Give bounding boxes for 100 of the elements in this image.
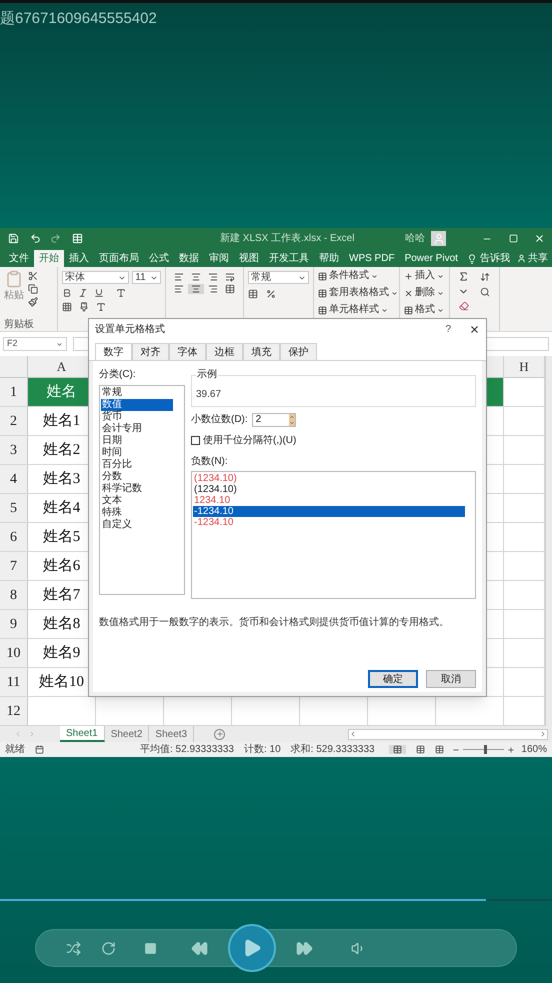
name-box[interactable]: F2	[3, 337, 67, 352]
category-item[interactable]: 自定义	[101, 519, 173, 531]
dialog-tab[interactable]: 边框	[206, 343, 243, 360]
font-name-dropdown[interactable]: 宋体	[62, 271, 130, 284]
ribbon-tab[interactable]: 审阅	[204, 250, 234, 268]
share-button[interactable]: 共享	[517, 250, 548, 268]
save-icon[interactable]	[6, 233, 20, 244]
dialog-tab[interactable]: 数字	[95, 343, 132, 360]
category-item[interactable]: 日期	[101, 435, 173, 447]
spin-arrows-icon[interactable]	[288, 414, 295, 426]
sheet-tab[interactable]: Sheet1	[60, 726, 105, 742]
shuffle-icon[interactable]	[66, 940, 81, 956]
ribbon-tab[interactable]: 公式	[144, 250, 174, 268]
horizontal-scrollbar[interactable]	[348, 728, 548, 740]
ribbon-tab[interactable]: 帮助	[314, 250, 344, 268]
category-item[interactable]: 数值	[101, 399, 173, 411]
table-icon	[404, 306, 413, 315]
percent-icon[interactable]	[266, 289, 276, 300]
fast-forward-icon[interactable]	[296, 940, 313, 956]
ribbon-button[interactable]: 条件格式	[318, 270, 395, 282]
ribbon-button[interactable]: 插入	[404, 270, 445, 282]
lightbulb-icon	[466, 254, 477, 264]
category-list[interactable]: 常规 数值 货币 会计专用 日期 时间 百分比 分数 科学记数 文本 特殊 自定义	[99, 385, 185, 595]
row-header[interactable]: 1	[10, 382, 17, 402]
ribbon-tab[interactable]: 文件	[4, 250, 34, 268]
bold-icon[interactable]	[62, 288, 72, 298]
category-item[interactable]: 货币	[101, 411, 173, 423]
fill-color-icon[interactable]	[79, 302, 89, 312]
vertical-scrollbar[interactable]	[545, 356, 552, 726]
ribbon-tab[interactable]: WPS PDF	[344, 250, 400, 268]
ribbon-button[interactable]: 套用表格格式	[318, 287, 395, 300]
italic-icon[interactable]	[78, 288, 88, 298]
stop-icon[interactable]	[144, 942, 157, 954]
negative-format-item[interactable]: -1234.10	[193, 506, 465, 517]
row-header[interactable]: 8	[10, 584, 17, 606]
table-cell-text: 姓名7	[42, 586, 80, 605]
format-painter-icon[interactable]	[28, 297, 38, 308]
sample-label: 示例	[196, 370, 218, 380]
align-center-icon[interactable]	[188, 284, 204, 294]
play-icon[interactable]	[228, 924, 276, 972]
zoom-in-icon[interactable]	[507, 746, 516, 754]
ribbon-tab[interactable]: 页面布局	[94, 250, 144, 268]
category-item[interactable]: 常规	[101, 387, 173, 399]
ribbon-button[interactable]: 格式	[404, 304, 445, 316]
border-icon[interactable]	[62, 302, 72, 312]
help-button[interactable]: ?	[445, 322, 451, 336]
category-item[interactable]: 文本	[101, 495, 173, 507]
category-item[interactable]: 特殊	[101, 507, 173, 519]
ribbon-tab[interactable]: 视图	[234, 250, 264, 268]
cut-icon[interactable]	[28, 271, 38, 282]
row-header[interactable]: 5	[10, 498, 17, 518]
negative-format-item[interactable]: (1234.10)	[193, 473, 465, 484]
ribbon-tab[interactable]: 数据	[174, 250, 204, 268]
dialog-tab[interactable]: 填充	[243, 343, 280, 360]
category-item[interactable]: 会计专用	[101, 423, 173, 435]
dialog-tab[interactable]: 字体	[169, 343, 206, 360]
ribbon-tab[interactable]: 开发工具	[264, 250, 314, 268]
row-header[interactable]: 6	[10, 526, 17, 548]
row-header[interactable]: 3	[10, 440, 17, 460]
repeat-icon[interactable]	[101, 940, 116, 956]
number-format-dropdown[interactable]: 常规	[248, 271, 309, 284]
font-size-dropdown[interactable]: 11	[132, 271, 161, 284]
underline-icon[interactable]	[94, 288, 104, 298]
negative-format-item[interactable]: -1234.10	[193, 517, 465, 528]
dialog-tab[interactable]: 对齐	[132, 343, 169, 360]
table-cell-text: 姓名2	[42, 440, 80, 460]
clipboard-icon	[5, 270, 23, 288]
row-header[interactable]: 2	[10, 410, 17, 432]
tell-me-button[interactable]: 告诉我	[480, 250, 510, 268]
ribbon-tab[interactable]: 插入	[64, 250, 94, 268]
zoom-slider-thumb[interactable]	[484, 745, 486, 754]
dialog-tab[interactable]: 保护	[280, 343, 317, 360]
close-icon[interactable]	[469, 324, 480, 334]
add-sheet-icon[interactable]	[214, 728, 226, 740]
ok-button[interactable]: 确定	[368, 670, 418, 688]
category-item[interactable]: 科学记数	[101, 483, 173, 495]
rewind-icon[interactable]	[191, 940, 208, 956]
negative-format-item[interactable]: 1234.10	[193, 495, 465, 506]
category-item[interactable]: 时间	[101, 447, 173, 459]
cancel-button[interactable]: 取消	[426, 670, 476, 688]
decimal-spinner[interactable]: 2	[252, 412, 296, 426]
font-color-icon[interactable]	[96, 302, 106, 312]
category-label: 分类(C):	[99, 368, 137, 382]
ribbon-tab[interactable]: 开始	[34, 250, 64, 268]
ribbon-tab[interactable]: Power Pivot	[400, 250, 463, 268]
copy-icon[interactable]	[28, 284, 38, 294]
ribbon-button[interactable]: 单元格样式	[318, 304, 395, 316]
ribbon-button[interactable]: 删除	[404, 287, 445, 300]
negative-format-item[interactable]: (1234.10)	[193, 484, 465, 495]
format-description: 数值格式用于一般数字的表示。货币和会计格式则提供货币值计算的专用格式。	[99, 616, 450, 630]
column-header[interactable]: A	[56, 356, 66, 376]
category-item[interactable]: 分数	[101, 471, 173, 483]
thousands-checkbox[interactable]	[191, 436, 200, 445]
table-cell-text: 姓名8	[42, 614, 80, 634]
row-header[interactable]: 9	[10, 614, 17, 634]
category-item[interactable]: 百分比	[101, 459, 173, 471]
column-header[interactable]: H	[519, 356, 529, 376]
negative-list[interactable]: (1234.10) (1234.10) 1234.10 -1234.10 -1234.10	[191, 471, 476, 599]
row-header[interactable]: 4	[10, 468, 17, 490]
row-header[interactable]: 7	[10, 556, 17, 576]
